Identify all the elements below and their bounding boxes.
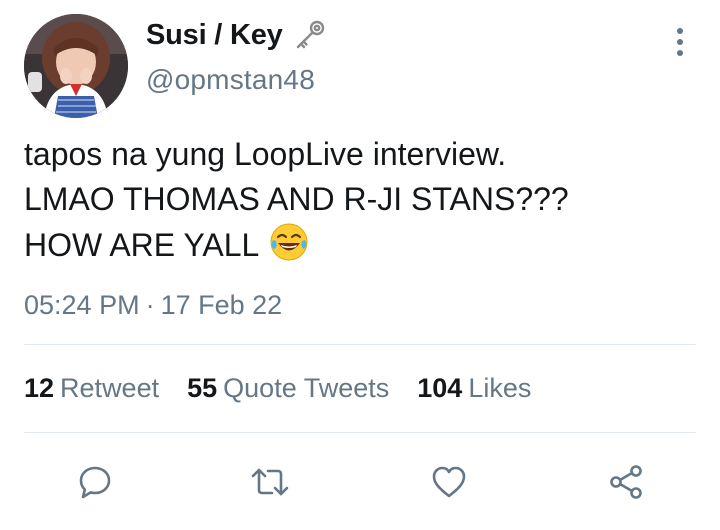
- author-name-row[interactable]: Susi / Key: [146, 18, 327, 52]
- timestamp-separator: ·: [145, 290, 155, 320]
- tweet-time: 05:24 PM: [24, 290, 140, 320]
- retweet-count-link[interactable]: 12 Retweet: [24, 373, 159, 404]
- like-label: Likes: [468, 373, 532, 403]
- tweet-timestamp[interactable]: 05:24 PM · 17 Feb 22: [24, 290, 282, 321]
- tweet-actions: [0, 458, 720, 508]
- avatar[interactable]: [24, 14, 128, 118]
- like-icon[interactable]: [425, 458, 473, 506]
- reply-icon[interactable]: [71, 458, 119, 506]
- author-handle[interactable]: @opmstan48: [146, 64, 315, 96]
- divider: [24, 344, 696, 345]
- tweet-text-line: tapos na yung LoopLive interview.: [24, 136, 507, 172]
- engagement-stats: 12 Retweet 55 Quote Tweets 104 Likes: [24, 373, 559, 404]
- display-name[interactable]: Susi / Key: [146, 19, 283, 52]
- likes-link[interactable]: 104 Likes: [417, 373, 531, 404]
- quote-tweet-label: Quote Tweets: [223, 373, 390, 403]
- share-icon[interactable]: [603, 458, 651, 506]
- retweet-count: 12: [24, 373, 55, 403]
- tweet-date: 17 Feb 22: [160, 290, 283, 320]
- like-count: 104: [417, 373, 463, 403]
- tweet-text-line: HOW ARE YALL: [24, 227, 260, 263]
- retweet-icon[interactable]: [246, 458, 294, 506]
- retweet-label: Retweet: [60, 373, 160, 403]
- tweet-text-line-with-emoji: HOW ARE YALL: [24, 222, 704, 274]
- tweet-text: tapos na yung LoopLive interview. LMAO T…: [24, 132, 704, 274]
- more-options-icon[interactable]: [668, 28, 692, 56]
- quote-tweets-link[interactable]: 55 Quote Tweets: [187, 373, 389, 404]
- tweet-text-line: LMAO THOMAS AND R-JI STANS???: [24, 181, 569, 217]
- face-with-tears-of-joy-icon: [269, 222, 309, 274]
- divider: [24, 432, 696, 433]
- quote-tweet-count: 55: [187, 373, 218, 403]
- old-key-icon: [293, 18, 327, 52]
